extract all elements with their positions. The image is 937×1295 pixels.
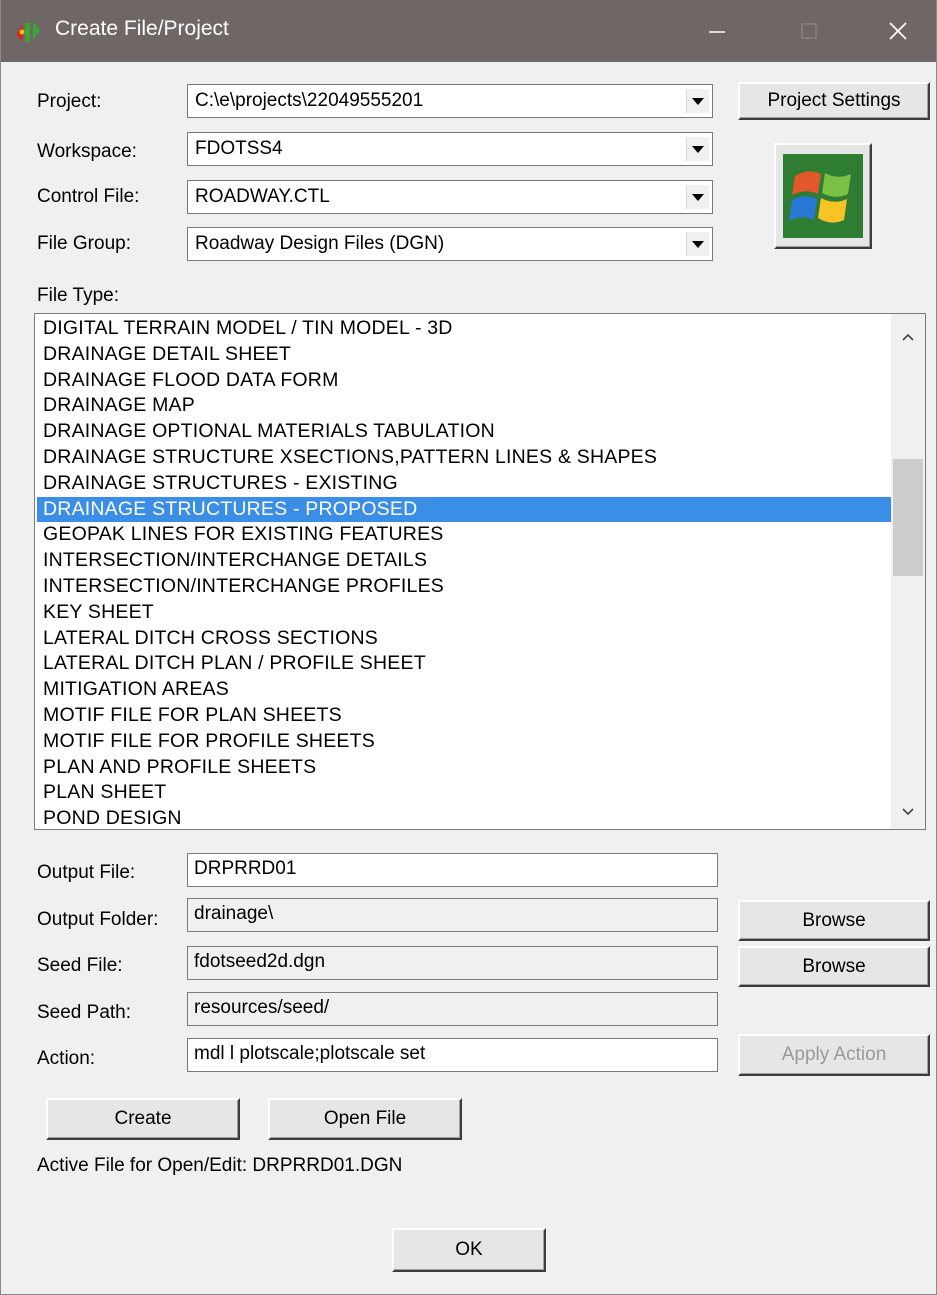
action-label: Action: (37, 1048, 96, 1069)
close-button[interactable] (858, 0, 936, 62)
create-button[interactable]: Create (46, 1098, 240, 1140)
file-type-item[interactable]: PLAN SHEET (37, 780, 892, 806)
control-file-dropdown[interactable]: ROADWAY.CTL (187, 180, 713, 214)
seed-path-label: Seed Path: (37, 1002, 132, 1023)
file-type-item[interactable]: DIGITAL TERRAIN MODEL / TIN MODEL - 3D (37, 316, 892, 342)
file-type-item[interactable]: MITIGATION AREAS (37, 677, 892, 703)
output-folder-label: Output Folder: (37, 909, 159, 930)
maximize-button[interactable] (769, 0, 849, 62)
seed-file-input[interactable]: fdotseed2d.dgn (187, 946, 718, 980)
close-icon (889, 22, 907, 40)
action-value: mdl l plotscale;plotscale set (194, 1043, 426, 1064)
app-icon (16, 22, 40, 42)
seed-file-label: Seed File: (37, 955, 123, 976)
output-folder-input[interactable]: drainage\ (187, 898, 718, 932)
maximize-icon (801, 23, 817, 39)
file-type-item[interactable]: DRAINAGE STRUCTURES - EXISTING (37, 471, 892, 497)
dropdown-arrow-icon[interactable] (686, 89, 709, 113)
project-dropdown[interactable]: C:\e\projects\22049555201 (187, 84, 713, 118)
output-file-input[interactable]: DRPRRD01 (187, 853, 718, 887)
windows-logo-button[interactable] (774, 143, 872, 249)
create-file-project-dialog: Create File/Project Project: C:\e\projec… (0, 0, 937, 1295)
file-type-item[interactable]: DRAINAGE OPTIONAL MATERIALS TABULATION (37, 419, 892, 445)
apply-action-button[interactable]: Apply Action (738, 1034, 930, 1076)
action-input[interactable]: mdl l plotscale;plotscale set (187, 1038, 718, 1072)
project-settings-button[interactable]: Project Settings (738, 82, 930, 120)
file-type-item[interactable]: DRAINAGE STRUCTURE XSECTIONS,PATTERN LIN… (37, 445, 892, 471)
scroll-up-button[interactable] (891, 320, 925, 354)
seed-file-value: fdotseed2d.dgn (194, 951, 326, 972)
title-bar[interactable]: Create File/Project (1, 0, 936, 62)
seed-file-browse-button[interactable]: Browse (738, 946, 930, 987)
file-type-item[interactable]: PLAN AND PROFILE SHEETS (37, 755, 892, 781)
scroll-up-icon (902, 333, 914, 341)
file-type-item[interactable]: INTERSECTION/INTERCHANGE PROFILES (37, 574, 892, 600)
scroll-down-icon (902, 808, 914, 816)
control-file-value: ROADWAY.CTL (195, 186, 330, 207)
scroll-down-button[interactable] (891, 795, 925, 829)
file-type-item[interactable]: DRAINAGE MAP (37, 393, 892, 419)
ok-button[interactable]: OK (392, 1228, 546, 1272)
output-folder-browse-button[interactable]: Browse (738, 900, 930, 941)
control-file-label: Control File: (37, 186, 140, 207)
window-title: Create File/Project (55, 17, 229, 40)
output-file-value: DRPRRD01 (194, 858, 297, 879)
file-type-scrollbar[interactable] (891, 314, 925, 829)
file-type-item[interactable]: POND DESIGN (37, 806, 892, 829)
dropdown-arrow-icon[interactable] (686, 185, 709, 209)
file-type-item[interactable]: LATERAL DITCH CROSS SECTIONS (37, 626, 892, 652)
workspace-label: Workspace: (37, 141, 137, 162)
file-type-item[interactable]: DRAINAGE FLOOD DATA FORM (37, 368, 892, 394)
file-group-value: Roadway Design Files (DGN) (195, 233, 445, 254)
file-type-item[interactable]: MOTIF FILE FOR PROFILE SHEETS (37, 729, 892, 755)
file-type-items: DIGITAL TERRAIN MODEL / TIN MODEL - 3D DR… (37, 316, 892, 829)
scroll-thumb[interactable] (893, 459, 923, 576)
minimize-icon (709, 31, 725, 33)
output-file-label: Output File: (37, 862, 136, 883)
file-type-item[interactable]: LATERAL DITCH PLAN / PROFILE SHEET (37, 651, 892, 677)
file-type-item[interactable]: GEOPAK LINES FOR EXISTING FEATURES (37, 522, 892, 548)
seed-path-value: resources/seed/ (194, 997, 330, 1018)
file-type-item[interactable]: KEY SHEET (37, 600, 892, 626)
file-type-listbox[interactable]: DIGITAL TERRAIN MODEL / TIN MODEL - 3D DR… (34, 313, 926, 830)
active-file-text: Active File for Open/Edit: DRPRRD01.DGN (37, 1155, 403, 1176)
file-group-label: File Group: (37, 233, 131, 254)
project-value: C:\e\projects\22049555201 (195, 90, 424, 111)
workspace-value: FDOTSS4 (195, 138, 283, 159)
file-type-item[interactable]: DRAINAGE DETAIL SHEET (37, 342, 892, 368)
workspace-dropdown[interactable]: FDOTSS4 (187, 132, 713, 166)
project-label: Project: (37, 91, 102, 112)
minimize-button[interactable] (677, 0, 757, 62)
file-group-dropdown[interactable]: Roadway Design Files (DGN) (187, 227, 713, 261)
file-type-item[interactable]: INTERSECTION/INTERCHANGE DETAILS (37, 548, 892, 574)
dropdown-arrow-icon[interactable] (686, 232, 709, 256)
file-type-item[interactable]: DRAINAGE STRUCTURES - PROPOSED (37, 496, 892, 523)
open-file-button[interactable]: Open File (268, 1098, 462, 1140)
dropdown-arrow-icon[interactable] (686, 137, 709, 161)
windows-logo-icon (783, 154, 863, 238)
output-folder-value: drainage\ (194, 903, 274, 924)
file-type-label: File Type: (37, 285, 120, 306)
file-type-item[interactable]: MOTIF FILE FOR PLAN SHEETS (37, 703, 892, 729)
seed-path-input[interactable]: resources/seed/ (187, 992, 718, 1026)
